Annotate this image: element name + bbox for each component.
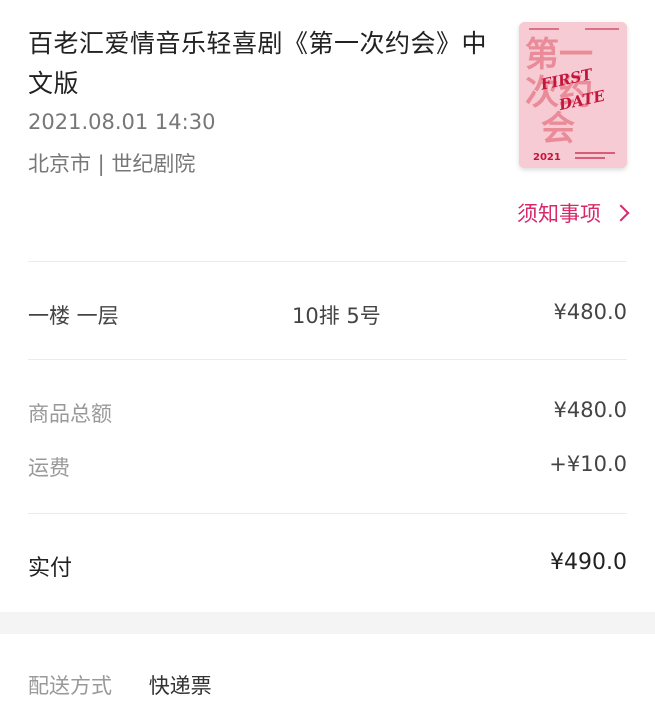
paid-value: ¥490.0 [550,550,627,575]
section-divider-band [0,612,655,634]
delivery-method-row[interactable]: 配送方式 快递票 [28,670,627,700]
shipping-row: 运费 +¥10.0 [28,452,627,482]
svg-text:2021: 2021 [533,152,561,163]
show-title: 百老汇爱情音乐轻喜剧《第一次约会》中文版 [28,29,488,98]
show-datetime: 2021.08.01 14:30 [28,110,216,134]
notice-label: 须知事项 [517,202,601,226]
show-info-section: 百老汇爱情音乐轻喜剧《第一次约会》中文版 2021.08.01 14:30 北京… [28,0,630,262]
subtotal-value: ¥480.0 [553,398,627,422]
show-venue: 北京市 | 世纪剧院 [28,152,196,176]
paid-label: 实付 [28,556,73,581]
notice-link[interactable]: 须知事项 [517,198,630,228]
svg-text:会: 会 [541,109,575,149]
seat-position: 10排 5号 [292,304,381,328]
seat-floor: 一楼 一层 [28,304,119,328]
delivery-label: 配送方式 [28,674,112,698]
subtotal-row: 商品总额 ¥480.0 [28,398,627,428]
delivery-value: 快递票 [148,674,212,698]
amount-summary: 商品总额 ¥480.0 运费 +¥10.0 [28,360,627,514]
chevron-right-icon [612,204,630,222]
paid-row: 实付 ¥490.0 [28,514,627,610]
shipping-value: +¥10.0 [549,452,627,476]
seat-row: 一楼 一层 10排 5号 ¥480.0 [28,262,627,360]
shipping-label: 运费 [28,456,70,480]
subtotal-label: 商品总额 [28,402,112,426]
seat-price: ¥480.0 [553,300,627,324]
poster-image[interactable]: 第一 次约 会 FIRST DATE 2021 [519,22,627,168]
order-confirmation-page: 百老汇爱情音乐轻喜剧《第一次约会》中文版 2021.08.01 14:30 北京… [0,0,655,728]
